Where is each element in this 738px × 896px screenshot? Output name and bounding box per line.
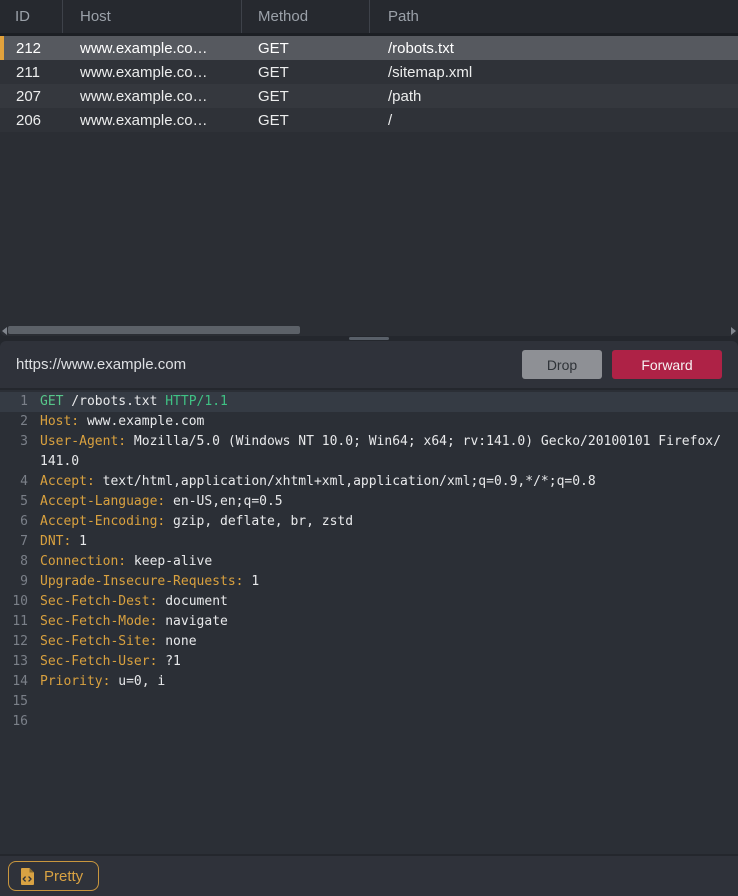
editor-line[interactable]: 10 Sec-Fetch-Dest: document (0, 592, 738, 612)
editor-line[interactable]: 9 Upgrade-Insecure-Requests: 1 (0, 572, 738, 592)
cell-path: / (370, 108, 738, 132)
cell-host: www.example.co… (63, 84, 242, 108)
editor-line[interactable]: 2 Host: www.example.com (0, 412, 738, 432)
line-number: 12 (0, 632, 40, 652)
editor-line[interactable]: 8 Connection: keep-alive (0, 552, 738, 572)
editor-line-wrap[interactable]: 141.0 (0, 452, 738, 472)
line-number: 4 (0, 472, 40, 492)
pretty-toggle-button[interactable]: Pretty (8, 861, 99, 891)
request-url-bar: https://www.example.com Drop Forward (0, 341, 738, 388)
cell-path: /path (370, 84, 738, 108)
cell-id: 211 (0, 60, 63, 84)
line-number: 13 (0, 652, 40, 672)
cell-method: GET (242, 60, 370, 84)
table-row[interactable]: 206 www.example.co… GET / (0, 108, 738, 132)
line-number: 5 (0, 492, 40, 512)
line-number: 2 (0, 412, 40, 432)
table-header: ID Host Method Path (0, 0, 738, 33)
cell-id: 212 (0, 36, 63, 60)
forward-button[interactable]: Forward (612, 350, 722, 379)
editor-line[interactable]: 11 Sec-Fetch-Mode: navigate (0, 612, 738, 632)
editor-line[interactable]: 7 DNT: 1 (0, 532, 738, 552)
editor-footer-bar: Pretty (0, 856, 738, 896)
cell-id: 207 (0, 84, 63, 108)
line-number: 11 (0, 612, 40, 632)
editor-line[interactable]: 5 Accept-Language: en-US,en;q=0.5 (0, 492, 738, 512)
editor-line[interactable]: 16 (0, 712, 738, 732)
table-row[interactable]: 207 www.example.co… GET /path (0, 84, 738, 108)
editor-line[interactable]: 6 Accept-Encoding: gzip, deflate, br, zs… (0, 512, 738, 532)
horizontal-scrollbar[interactable] (0, 325, 738, 335)
line-number: 10 (0, 592, 40, 612)
splitter-grip-icon[interactable] (349, 337, 389, 340)
line-number: 3 (0, 432, 40, 452)
cell-host: www.example.co… (63, 108, 242, 132)
cell-method: GET (242, 84, 370, 108)
cell-host: www.example.co… (63, 36, 242, 60)
editor-line[interactable]: 3 User-Agent: Mozilla/5.0 (Windows NT 10… (0, 432, 738, 452)
drop-button[interactable]: Drop (522, 350, 602, 379)
column-header-host[interactable]: Host (63, 0, 242, 33)
code-file-icon (20, 868, 35, 885)
scroll-left-icon[interactable] (2, 327, 7, 335)
column-header-id[interactable]: ID (0, 0, 63, 33)
cell-path: /robots.txt (370, 36, 738, 60)
table-row[interactable]: 212 www.example.co… GET /robots.txt (0, 36, 738, 60)
line-number: 14 (0, 672, 40, 692)
editor-line[interactable]: 1 GET /robots.txt HTTP/1.1 (0, 392, 738, 412)
line-number: 8 (0, 552, 40, 572)
editor-line[interactable]: 13 Sec-Fetch-User: ?1 (0, 652, 738, 672)
intercept-proxy-window: ID Host Method Path 212 www.example.co… … (0, 0, 738, 896)
editor-line[interactable]: 14 Priority: u=0, i (0, 672, 738, 692)
line-number: 6 (0, 512, 40, 532)
editor-line[interactable]: 12 Sec-Fetch-Site: none (0, 632, 738, 652)
column-header-path[interactable]: Path (370, 0, 738, 33)
cell-host: www.example.co… (63, 60, 242, 84)
cell-id: 206 (0, 108, 63, 132)
editor-line[interactable]: 15 (0, 692, 738, 712)
column-header-method[interactable]: Method (242, 0, 370, 33)
line-number (0, 452, 40, 472)
editor-line[interactable]: 4 Accept: text/html,application/xhtml+xm… (0, 472, 738, 492)
scroll-right-icon[interactable] (731, 327, 736, 335)
line-number: 16 (0, 712, 40, 732)
line-number: 7 (0, 532, 40, 552)
cell-method: GET (242, 36, 370, 60)
line-number: 9 (0, 572, 40, 592)
cell-method: GET (242, 108, 370, 132)
table-row[interactable]: 211 www.example.co… GET /sitemap.xml (0, 60, 738, 84)
intercept-queue-pane: ID Host Method Path 212 www.example.co… … (0, 0, 738, 336)
line-number: 1 (0, 392, 40, 412)
cell-path: /sitemap.xml (370, 60, 738, 84)
request-detail-pane: https://www.example.com Drop Forward 1 G… (0, 341, 738, 896)
request-url: https://www.example.com (16, 356, 522, 373)
scrollbar-thumb[interactable] (8, 326, 300, 334)
request-editor[interactable]: 1 GET /robots.txt HTTP/1.1 2 Host: www.e… (0, 390, 738, 854)
pretty-label: Pretty (44, 868, 83, 885)
line-number: 15 (0, 692, 40, 712)
